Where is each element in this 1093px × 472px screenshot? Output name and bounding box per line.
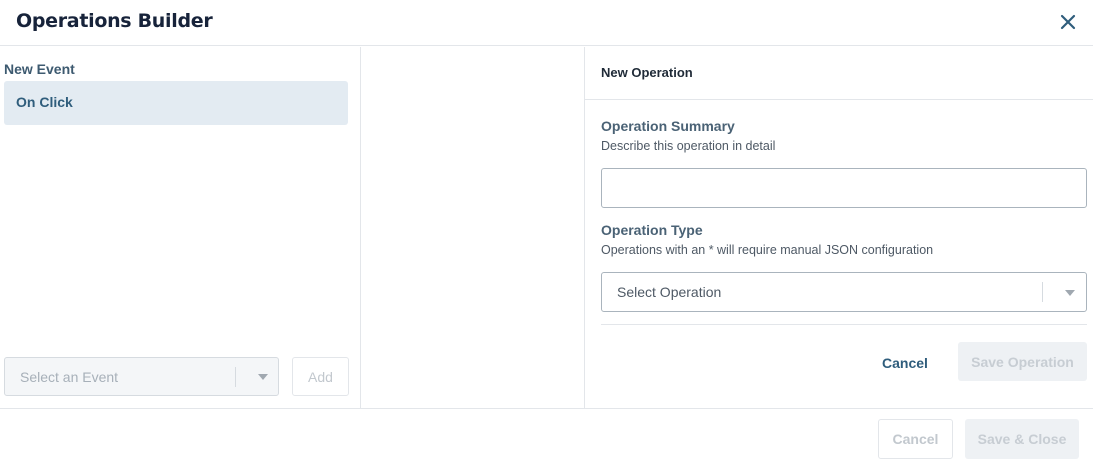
- operation-type-label: Operation Type: [601, 222, 703, 238]
- operations-list-panel: [361, 47, 585, 408]
- modal-title: Operations Builder: [16, 10, 213, 32]
- chevron-down-icon[interactable]: [1065, 290, 1075, 296]
- operation-summary-input[interactable]: [601, 168, 1087, 208]
- select-separator: [235, 367, 236, 387]
- save-operation-button[interactable]: Save Operation: [958, 342, 1087, 381]
- cancel-operation-button[interactable]: Cancel: [866, 343, 944, 382]
- events-panel: New Event On Click Select an Event Add: [0, 47, 361, 408]
- operation-type-help: Operations with an * will require manual…: [601, 243, 934, 257]
- close-icon[interactable]: [1057, 11, 1079, 33]
- select-separator: [1042, 282, 1043, 302]
- save-and-close-button[interactable]: Save & Close: [965, 419, 1079, 459]
- modal-header: Operations Builder: [0, 0, 1093, 46]
- add-event-button[interactable]: Add: [292, 357, 349, 396]
- event-select[interactable]: Select an Event: [4, 357, 279, 396]
- operation-editor-panel: New Operation Operation Summary Describe…: [585, 47, 1093, 408]
- event-item-on-click[interactable]: On Click: [4, 81, 348, 125]
- divider: [601, 324, 1087, 325]
- operation-summary-help: Describe this operation in detail: [601, 139, 776, 153]
- new-event-label: New Event: [4, 61, 75, 77]
- operation-type-placeholder: Select Operation: [617, 284, 722, 300]
- chevron-down-icon[interactable]: [258, 374, 268, 380]
- operation-header-title: New Operation: [601, 65, 693, 80]
- operation-type-select[interactable]: Select Operation: [601, 272, 1087, 312]
- footer-cancel-button[interactable]: Cancel: [878, 419, 953, 459]
- modal-footer: Cancel Save & Close: [0, 408, 1093, 472]
- operation-summary-label: Operation Summary: [601, 118, 735, 134]
- operation-header: New Operation: [585, 47, 1093, 100]
- event-select-placeholder: Select an Event: [20, 369, 119, 385]
